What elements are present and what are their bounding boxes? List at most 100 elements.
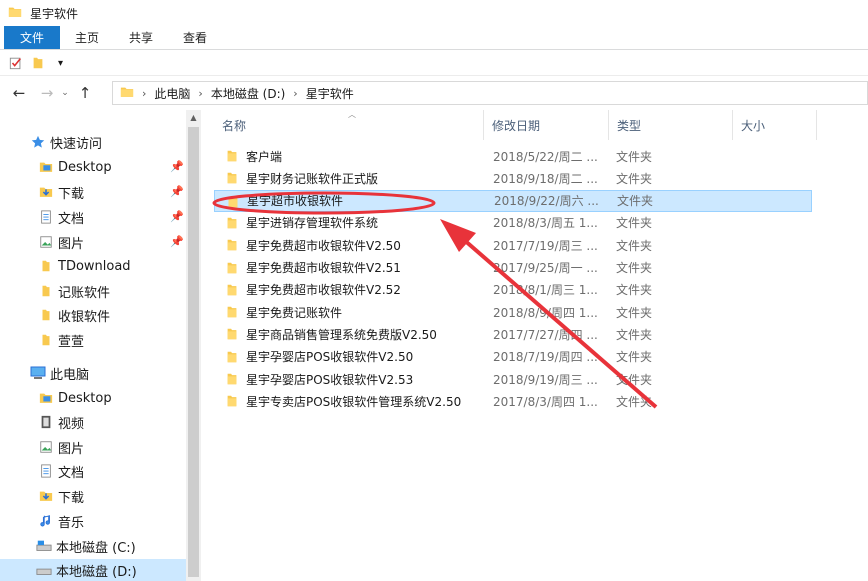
nav-pc-documents[interactable]: 文档 (38, 460, 84, 482)
nav-quick-documents[interactable]: 文档 (38, 206, 84, 228)
file-row[interactable]: 星宇超市收银软件 2018/9/22/周六 ... 文件夹 (214, 189, 812, 212)
chevron-right-icon[interactable]: › (142, 87, 146, 100)
file-date: 2018/8/9/周四 1... (493, 305, 598, 320)
pin-icon[interactable]: 📌 (170, 235, 184, 248)
nav-label: 收银软件 (58, 309, 111, 325)
documents-icon (38, 463, 54, 479)
column-header-type[interactable]: 类型 (609, 110, 733, 140)
nav-quick-tdownload[interactable]: TDownload (38, 255, 131, 277)
folder-icon (226, 283, 238, 300)
nav-pc-music[interactable]: 音乐 (38, 510, 84, 532)
file-date: 2018/8/3/周五 1... (493, 216, 598, 231)
column-label: 类型 (617, 118, 642, 133)
nav-quick-accounting[interactable]: 记账软件 (38, 280, 110, 302)
scrollbar-thumb[interactable] (188, 127, 199, 577)
nav-label: Desktop (58, 390, 112, 406)
file-row[interactable]: 客户端 2018/5/22/周二 ... 文件夹 (214, 145, 812, 167)
file-name: 星宇进销存管理软件系统 (246, 216, 379, 231)
file-row[interactable]: 星宇免费记账软件 2018/8/9/周四 1... 文件夹 (214, 301, 812, 323)
file-type: 文件夹 (616, 305, 653, 320)
folder-icon (8, 5, 22, 22)
nav-pc-downloads[interactable]: 下载 (38, 485, 84, 507)
file-name: 星宇专卖店POS收银软件管理系统V2.50 (246, 394, 462, 409)
nav-quick-cashier[interactable]: 收银软件 (38, 304, 110, 326)
nav-label: 记账软件 (58, 285, 111, 301)
scroll-up-arrow[interactable]: ▲ (186, 110, 201, 125)
back-button[interactable]: ← (8, 82, 30, 104)
tab-home[interactable]: 主页 (60, 26, 114, 49)
file-row[interactable]: 星宇免费超市收银软件V2.50 2017/7/19/周三 ... 文件夹 (214, 234, 812, 256)
column-header-name[interactable]: 名称 (214, 110, 484, 140)
nav-quick-downloads[interactable]: 下载 (38, 181, 84, 203)
file-row[interactable]: 星宇孕婴店POS收银软件V2.50 2018/7/19/周四 ... 文件夹 (214, 346, 812, 368)
forward-button[interactable]: → (36, 82, 58, 104)
column-label: 修改日期 (492, 118, 541, 133)
file-type: 文件夹 (616, 327, 653, 342)
tab-view[interactable]: 查看 (168, 26, 222, 49)
nav-pc-pictures[interactable]: 图片 (38, 436, 84, 458)
nav-label: 下载 (58, 186, 85, 202)
chevron-right-icon[interactable]: › (198, 87, 202, 100)
address-row: ← → ⌄ ↑ › 此电脑 › 本地磁盘 (D:) › 星宇软件 (0, 78, 868, 108)
file-row[interactable]: 星宇财务记账软件正式版 2018/9/18/周二 ... 文件夹 (214, 167, 812, 189)
file-name: 星宇免费超市收银软件V2.52 (246, 283, 401, 298)
pin-icon[interactable]: 📌 (170, 160, 184, 173)
nav-label: 图片 (58, 236, 85, 252)
nav-quick-access[interactable]: 快速访问 (30, 131, 102, 153)
chevron-right-icon[interactable]: › (293, 87, 297, 100)
nav-pc-drive-c[interactable]: 本地磁盘 (C:) (36, 535, 136, 557)
pictures-icon (38, 234, 54, 250)
system-drive-icon (36, 538, 52, 554)
file-date: 2018/7/19/周四 ... (493, 350, 598, 365)
folder-icon (38, 258, 54, 274)
nav-pc-desktop[interactable]: Desktop (38, 387, 112, 409)
folder-icon (227, 195, 239, 212)
nav-label: 图片 (58, 441, 85, 457)
nav-pc-videos[interactable]: 视频 (38, 411, 84, 433)
file-row[interactable]: 星宇商品销售管理系统免费版V2.50 2017/7/27/周四 ... 文件夹 (214, 323, 812, 345)
breadcrumb-current-folder[interactable]: 星宇软件 (306, 85, 354, 102)
column-label: 大小 (741, 118, 766, 133)
recent-locations-dropdown[interactable]: ⌄ (58, 82, 72, 104)
file-date: 2018/9/18/周二 ... (493, 171, 598, 186)
nav-label: 文档 (58, 211, 85, 227)
file-date: 2017/9/25/周一 ... (493, 261, 598, 275)
pin-icon[interactable]: 📌 (170, 210, 184, 223)
quick-access-toolbar: ▾ (0, 51, 868, 76)
folder-icon (226, 238, 238, 255)
nav-this-pc[interactable]: 此电脑 (30, 362, 89, 384)
folder-icon (226, 394, 238, 411)
nav-quick-pictures[interactable]: 图片 (38, 231, 84, 253)
nav-pc-drive-d[interactable]: 本地磁盘 (D:) (0, 559, 186, 581)
file-name: 星宇免费超市收银软件V2.51 (246, 261, 401, 275)
drive-icon (36, 562, 52, 578)
file-row[interactable]: 星宇孕婴店POS收银软件V2.53 2018/9/19/周三 ... 文件夹 (214, 368, 812, 390)
breadcrumb-drive-d[interactable]: 本地磁盘 (D:) (211, 85, 285, 102)
breadcrumb-this-pc[interactable]: 此电脑 (154, 85, 190, 102)
customize-toolbar-dropdown[interactable]: ▾ (58, 58, 63, 69)
nav-quick-desktop[interactable]: Desktop (38, 156, 112, 178)
address-bar[interactable]: › 此电脑 › 本地磁盘 (D:) › 星宇软件 (112, 81, 868, 105)
nav-scrollbar[interactable]: ▲ (186, 110, 201, 581)
column-header-date[interactable]: 修改日期 (484, 110, 609, 140)
pin-icon[interactable]: 📌 (170, 185, 184, 198)
tab-share[interactable]: 共享 (114, 26, 168, 49)
up-button[interactable]: ↑ (74, 82, 96, 104)
file-row[interactable]: 星宇免费超市收银软件V2.51 2017/9/25/周一 ... 文件夹 (214, 257, 812, 279)
file-type: 文件夹 (616, 394, 653, 409)
column-header-size[interactable]: 大小 (733, 110, 817, 140)
file-row[interactable]: 星宇专卖店POS收银软件管理系统V2.50 2017/8/3/周四 1... 文件夹 (214, 390, 812, 412)
new-folder-icon[interactable] (32, 56, 44, 70)
title-bar: 星宇软件 (0, 0, 868, 26)
folder-icon (226, 305, 238, 322)
folder-icon (120, 85, 134, 102)
tab-file[interactable]: 文件 (4, 26, 61, 49)
nav-quick-xuanxuan[interactable]: 萱萱 (38, 329, 84, 351)
properties-check-icon[interactable] (9, 56, 23, 70)
file-name: 星宇孕婴店POS收银软件V2.50 (246, 350, 414, 365)
file-row[interactable]: 星宇进销存管理软件系统 2018/8/3/周五 1... 文件夹 (214, 212, 812, 234)
nav-label: 文档 (58, 465, 85, 481)
file-row[interactable]: 星宇免费超市收银软件V2.52 2018/8/1/周三 1... 文件夹 (214, 279, 812, 301)
download-icon (38, 488, 54, 504)
video-icon (38, 414, 54, 430)
